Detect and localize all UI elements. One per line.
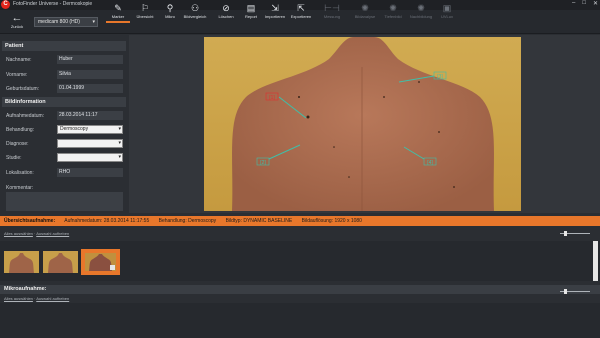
- minimize-button[interactable]: –: [572, 0, 575, 7]
- overview-thumbnail-strip: [0, 241, 600, 281]
- micro-thumbnail-area: [0, 303, 600, 338]
- dob-label: Geburtsdatum:: [6, 86, 40, 92]
- marker-1-label: [1]: [269, 95, 275, 101]
- firstname-label: Vorname:: [6, 72, 28, 78]
- active-indicator: [106, 21, 130, 23]
- depth-button[interactable]: ✺ Tiefenbild: [378, 2, 408, 23]
- clear-selection-link[interactable]: Auswahl aufheben: [36, 231, 69, 236]
- overview-date: Aufnahmedatum: 28.03.2014 11:17:55: [64, 218, 150, 224]
- overview-type: Bildtyp: DYNAMIC BASELINE: [225, 218, 293, 224]
- firstname-field: Silvia: [57, 70, 123, 79]
- chevron-down-icon: ▾: [92, 19, 95, 25]
- window-controls: – □ ✕: [572, 0, 598, 7]
- app-logo: C: [1, 0, 10, 9]
- micro-clear-selection-link[interactable]: Auswahl aufheben: [36, 296, 69, 301]
- marker-4-label: [4]: [427, 160, 433, 166]
- date-field: 28.03.2014 11:17: [57, 111, 123, 120]
- uvlux-icon: ▣: [442, 3, 452, 13]
- overview-resolution: Bildauflösung: 1920 x 1080: [301, 218, 362, 224]
- compare-icon: ⚇: [190, 3, 200, 13]
- comment-label: Kommentar:: [6, 185, 34, 191]
- back-photo-graphic: [3] [1] [2] [4]: [204, 37, 521, 211]
- thumbnail[interactable]: [43, 251, 78, 273]
- thumbnail[interactable]: [4, 251, 39, 273]
- dob-field: 01.04.1999: [57, 84, 123, 93]
- comment-field[interactable]: [6, 192, 123, 211]
- window-title: FotoFinder Universe - Dermoskopie: [13, 1, 93, 7]
- micro-selection-bar: Alles auswählen · Auswahl aufheben: [0, 289, 600, 303]
- micro-header: Mikroaufnahme:: [0, 285, 600, 294]
- compare-button[interactable]: ⚇ Bildvergleich: [180, 2, 210, 23]
- thumbnail-scrollbar[interactable]: [593, 241, 598, 281]
- micro-select-all-link[interactable]: Alles auswählen: [4, 296, 33, 301]
- patient-panel: Patient Nachname: Huber Vorname: Silvia …: [0, 35, 129, 213]
- date-label: Aufnahmedatum:: [6, 113, 45, 119]
- depth-icon: ✺: [389, 3, 397, 13]
- lastname-label: Nachname:: [6, 57, 32, 63]
- image-viewer: [3] [1] [2] [4]: [129, 35, 600, 213]
- slider-knob[interactable]: [564, 231, 567, 236]
- marker-3-label: [3]: [437, 74, 443, 80]
- overview-title: Übersichtsaufnahme:: [4, 218, 56, 224]
- maximize-button[interactable]: □: [582, 0, 586, 7]
- diagnosis-label: Diagnose:: [6, 141, 29, 147]
- overview-treatment: Behandlung: Dermoscopy: [158, 218, 217, 224]
- treatment-select[interactable]: Dermoscopy ▾: [57, 125, 123, 134]
- analysis-icon: ✺: [361, 3, 369, 13]
- image-info-header: Bildinformation: [2, 97, 126, 107]
- export-icon: ⇱: [297, 3, 305, 13]
- measure-button[interactable]: ⊢⊣ Messung: [317, 2, 347, 23]
- back-button[interactable]: ← Zurück: [8, 12, 26, 33]
- patient-header: Patient: [2, 41, 126, 51]
- measure-icon: ⊢⊣: [324, 3, 340, 13]
- device-select[interactable]: medicam 800 (HD) ▾: [34, 17, 98, 27]
- marker-button[interactable]: ✎ Marker: [103, 2, 133, 23]
- export-button[interactable]: ⇱ Exportieren: [286, 2, 316, 23]
- select-all-link[interactable]: Alles auswählen: [4, 231, 33, 236]
- thumbnail-selected[interactable]: [81, 249, 120, 275]
- chevron-down-icon: ▾: [118, 126, 121, 132]
- overview-selection-bar: Alles auswählen · Auswahl aufheben: [0, 229, 600, 238]
- treatment-label: Behandlung:: [6, 127, 35, 133]
- study-label: Studie:: [6, 155, 22, 161]
- marker-icon: ✎: [114, 3, 122, 13]
- study-select[interactable]: ▾: [57, 153, 123, 162]
- slider-knob[interactable]: [564, 289, 567, 294]
- chevron-down-icon: ▾: [118, 154, 121, 160]
- uvlux-button[interactable]: ▣ UVLux: [432, 2, 462, 23]
- arrow-left-icon: ←: [11, 12, 23, 24]
- thumbnail-size-slider[interactable]: [560, 231, 590, 236]
- chevron-down-icon: ▾: [118, 140, 121, 146]
- location-field: RHO: [57, 168, 123, 177]
- diagnosis-select[interactable]: ▾: [57, 139, 123, 148]
- overview-photo[interactable]: [3] [1] [2] [4]: [204, 37, 521, 211]
- analysis-button[interactable]: ✺ Bildanalyse: [350, 2, 380, 23]
- overview-info-bar: Übersichtsaufnahme: Aufnahmedatum: 28.03…: [0, 216, 600, 226]
- micro-size-slider[interactable]: [560, 289, 590, 294]
- marker-2-label: [2]: [260, 160, 266, 166]
- back-label: Zurück: [10, 24, 24, 29]
- location-label: Lokalisation:: [6, 170, 34, 176]
- close-button[interactable]: ✕: [593, 0, 598, 7]
- lastname-field: Huber: [57, 55, 123, 64]
